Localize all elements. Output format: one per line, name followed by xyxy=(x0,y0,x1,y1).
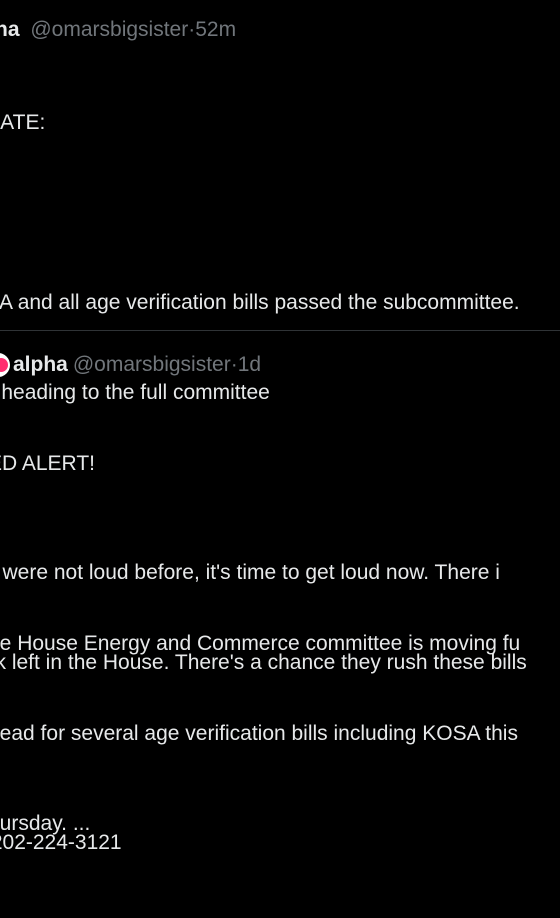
text-line: ED ALERT! xyxy=(0,452,95,475)
timestamp[interactable]: 1d xyxy=(238,352,261,378)
post-header: alpha @omarsbigsister · 1d xyxy=(0,352,261,378)
text-line xyxy=(0,198,527,228)
avatar-accent xyxy=(0,358,8,372)
display-name[interactable]: ha xyxy=(0,18,20,41)
text-line: he House Energy and Commerce committee i… xyxy=(0,632,521,655)
post-2-text: ED ALERT! he House Energy and Commerce c… xyxy=(0,389,520,869)
text-line: SA and all age verification bills passed… xyxy=(0,291,520,314)
user-handle[interactable]: @omarsbigsister xyxy=(73,352,231,378)
display-name[interactable]: alpha xyxy=(13,352,68,378)
separator-dot: · xyxy=(230,353,238,376)
text-line: hursday. ... xyxy=(0,812,91,835)
user-handle[interactable]: @omarsbigsister xyxy=(30,18,188,41)
post-header: ha @omarsbigsister·52m xyxy=(0,17,236,43)
text-line: head for several age verification bills … xyxy=(0,722,518,745)
timestamp[interactable]: 52m xyxy=(195,18,236,41)
text-line xyxy=(0,539,520,569)
avatar[interactable] xyxy=(0,353,10,377)
text-line: DATE: xyxy=(0,111,46,134)
post-1[interactable]: ha @omarsbigsister·52m DATE: SA and all … xyxy=(0,0,560,854)
